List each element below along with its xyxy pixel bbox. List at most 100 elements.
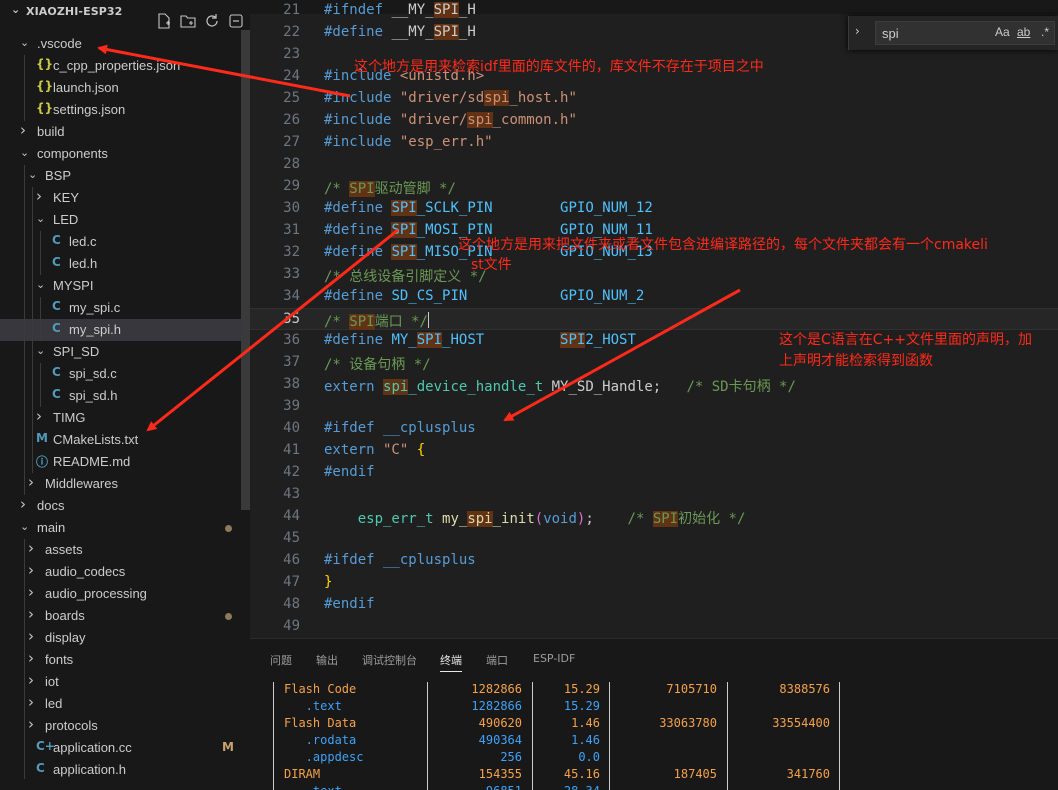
chevron-right-icon[interactable]: › [28,561,34,579]
tree-folder[interactable]: › display [0,627,250,649]
tab-ports[interactable]: 端口 [486,652,508,668]
tree-folder[interactable]: › audio_codecs [0,561,250,583]
tab-output[interactable]: 输出 [316,652,338,668]
tree-folder[interactable]: › boards [0,605,250,627]
refresh-icon[interactable] [204,13,222,31]
explorer-header[interactable]: ⌄ XIAOZHI-ESP32 [0,0,250,29]
code-line[interactable]: 47} [250,572,1058,594]
code-line[interactable]: 40 #ifdef __cplusplus [250,418,1058,440]
code-line[interactable]: 30 #define SPI_SCLK_PIN GPIO_NUM_12 [250,198,1058,220]
tree-folder[interactable]: ⌄ LED [0,209,250,231]
chevron-right-icon[interactable]: › [36,407,42,425]
tab-debug-console[interactable]: 调试控制台 [362,652,417,668]
chevron-down-icon[interactable]: ⌄ [36,212,45,225]
new-folder-icon[interactable] [180,13,198,31]
chevron-right-icon[interactable]: › [28,539,34,557]
code-line[interactable]: 45 [250,528,1058,550]
chevron-down-icon[interactable]: ⌄ [36,278,45,291]
code-line[interactable]: 34 #define SD_CS_PIN GPIO_NUM_2 [250,286,1058,308]
tree-folder[interactable]: ⌄ SPI_SD [0,341,250,363]
tab-esp-idf[interactable]: ESP-IDF [533,652,575,665]
tab-terminal[interactable]: 终端 [440,652,462,672]
tab-problems[interactable]: 问题 [270,652,292,668]
sidebar-scrollbar[interactable] [241,30,250,510]
code-line[interactable]: 38 extern spi_device_handle_t MY_SD_Handl… [250,374,1058,396]
tree-file[interactable]: Cspi_sd.h [0,385,250,407]
tree-folder[interactable]: ⌄ BSP [0,165,250,187]
tree-folder[interactable]: › fonts [0,649,250,671]
chevron-down-icon[interactable]: ⌄ [11,3,20,16]
toggle-replace-icon[interactable]: › [855,24,860,38]
tree-folder[interactable]: › iot [0,671,250,693]
tree-file[interactable]: {} settings.json [0,99,250,121]
match-whole-word-option[interactable]: ab [1017,25,1030,39]
tree-folder[interactable]: ⌄ .vscode [0,33,250,55]
regex-option[interactable]: .* [1041,25,1049,39]
chevron-right-icon[interactable]: › [28,693,34,711]
code-line[interactable]: 44 esp_err_t my_spi_init(void); /* SPI初始… [250,506,1058,528]
terminal-row: .appdesc 256 0.0 [250,749,1058,766]
tree-folder[interactable]: › audio_processing [0,583,250,605]
chevron-right-icon[interactable]: › [36,187,42,205]
tree-file[interactable]: {} launch.json [0,77,250,99]
tree-folder[interactable]: › Middlewares [0,473,250,495]
tree-folder[interactable]: › TIMG [0,407,250,429]
chevron-right-icon[interactable]: › [28,671,34,689]
tree-file[interactable]: Cspi_sd.c [0,363,250,385]
code-line[interactable]: 26 #include "driver/spi_common.h" [250,110,1058,132]
chevron-right-icon[interactable]: › [28,605,34,623]
tree-folder[interactable]: ⌄ main [0,517,250,539]
tree-folder[interactable]: › assets [0,539,250,561]
code-editor[interactable]: 21 #ifndef __MY_SPI_H 22 #define __MY_SPI_H… [250,0,1058,638]
tree-file[interactable]: ⓘ README.md [0,451,250,473]
chevron-down-icon[interactable]: ⌄ [20,36,29,49]
code-line[interactable]: 41 extern "C" { [250,440,1058,462]
tree-folder[interactable]: ⌄ MYSPI [0,275,250,297]
chevron-right-icon[interactable]: › [28,715,34,733]
code-line[interactable]: 39 [250,396,1058,418]
tree-folder[interactable]: › protocols [0,715,250,737]
tree-folder[interactable]: › docs [0,495,250,517]
code-line[interactable]: 33 /* 总线设备引脚定义 */ [250,264,1058,286]
chevron-right-icon[interactable]: › [28,649,34,667]
chevron-right-icon[interactable]: › [20,495,26,513]
match-case-option[interactable]: Aa [995,25,1010,39]
chevron-down-icon[interactable]: ⌄ [20,520,29,533]
code-line[interactable]: 46 #ifdef __cplusplus [250,550,1058,572]
chevron-right-icon[interactable]: › [28,583,34,601]
tree-file[interactable]: Capplication.h [0,759,250,781]
tree-file[interactable]: Cmy_spi.h [0,319,250,341]
code-line[interactable]: 28 [250,154,1058,176]
tree-folder[interactable]: › build [0,121,250,143]
tree-file[interactable]: Cled.c [0,231,250,253]
tree-folder[interactable]: › KEY [0,187,250,209]
code-token: _device_handle_t [408,379,544,395]
tree-folder[interactable]: › led [0,693,250,715]
tree-file[interactable]: M CMakeLists.txt [0,429,250,451]
tree-item-label: audio_processing [45,586,147,601]
chevron-right-icon[interactable]: › [28,473,34,491]
new-file-icon[interactable] [156,13,174,31]
tree-file[interactable]: Cled.h [0,253,250,275]
chevron-down-icon[interactable]: ⌄ [20,146,29,159]
code-line[interactable]: 49 [250,616,1058,638]
code-line[interactable]: 29 /* SPI驱动管脚 */ [250,176,1058,198]
code-line[interactable]: 35 /* SPI端口 */ [250,308,1058,330]
tree-file[interactable]: C+ application.cc M [0,737,250,759]
chevron-down-icon[interactable]: ⌄ [36,344,45,357]
code-line[interactable]: 48 #endif [250,594,1058,616]
tree-folder[interactable]: ⌄ components [0,143,250,165]
chevron-right-icon[interactable]: › [20,121,26,139]
code-line[interactable]: 42 #endif [250,462,1058,484]
code-text: #define __MY_SPI_H [324,24,476,40]
code-line[interactable]: 27 #include "esp_err.h" [250,132,1058,154]
chevron-right-icon[interactable]: › [28,627,34,645]
tree-file[interactable]: {} c_cpp_properties.json [0,55,250,77]
collapse-all-icon[interactable] [228,13,246,31]
tree-file[interactable]: Cmy_spi.c [0,297,250,319]
code-line[interactable]: 37 /* 设备句柄 */ [250,352,1058,374]
code-line[interactable]: 25 #include "driver/sdspi_host.h" [250,88,1058,110]
chevron-down-icon[interactable]: ⌄ [28,168,37,181]
line-number: 30 [283,200,300,216]
code-line[interactable]: 43 [250,484,1058,506]
